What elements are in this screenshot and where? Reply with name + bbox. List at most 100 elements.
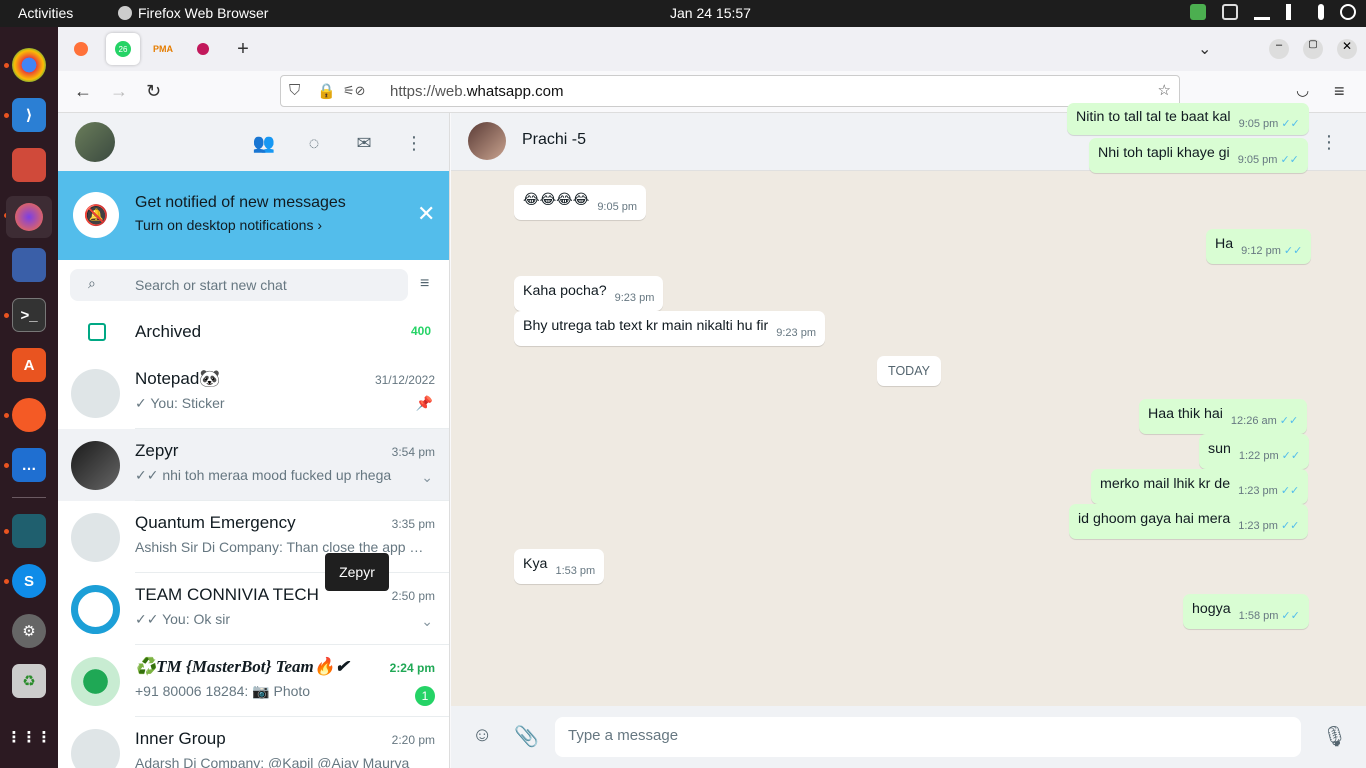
menu-dots-icon[interactable]: ⋮ xyxy=(402,131,426,155)
system-top-bar: Activities Firefox Web Browser Jan 24 15… xyxy=(0,0,1366,27)
settings-gear-icon[interactable]: ⚙ xyxy=(12,614,46,648)
lock-icon[interactable]: 🔒 xyxy=(317,82,336,100)
message-bubble-incoming[interactable]: Kaha pocha? 9:23 pm xyxy=(514,276,664,311)
status-icon[interactable]: ◌ xyxy=(302,131,326,155)
message-bubble-incoming[interactable]: Kya 1:53 pm xyxy=(514,549,605,584)
tab-pma[interactable]: PMA xyxy=(146,33,180,65)
message-time: 9:23 pm xyxy=(776,327,816,339)
microphone-icon[interactable]: 🎙 xyxy=(1322,724,1347,749)
chat-name: Inner Group xyxy=(135,729,226,748)
avatar[interactable] xyxy=(468,122,506,160)
software-center-icon[interactable]: A xyxy=(12,348,46,382)
emoji-icon[interactable]: ☺ xyxy=(472,724,492,747)
trash-icon[interactable]: ♻ xyxy=(12,664,46,698)
maximize-button[interactable]: ▢ xyxy=(1303,39,1323,59)
list-item[interactable]: ♻️TM {MasterBot} Team🔥✔ 2:24 pm +91 8000… xyxy=(58,645,449,717)
attach-icon[interactable]: 📎 xyxy=(514,724,539,749)
avatar[interactable] xyxy=(75,122,115,162)
communities-icon[interactable]: 👥 xyxy=(252,131,276,155)
power-icon[interactable] xyxy=(1340,4,1356,20)
menu-icon[interactable]: ≡ xyxy=(1334,81,1345,102)
message-bubble-outgoing[interactable]: Ha 9:12 pm ✓✓ xyxy=(1206,229,1312,264)
files-icon[interactable] xyxy=(12,148,46,182)
new-tab-button[interactable]: + xyxy=(226,33,260,65)
tab-bar: 26 PMA + ⌄ – ▢ ✕ xyxy=(58,27,1366,71)
message-bubble-outgoing[interactable]: Haa thik hai 12:26 am ✓✓ xyxy=(1139,399,1308,434)
message-text: Nitin to tall tal te baat kal xyxy=(1076,109,1231,125)
message-input[interactable]: Type a message xyxy=(555,717,1301,757)
minimize-button[interactable]: – xyxy=(1269,39,1289,59)
url-bar[interactable]: ⛉ 🔒 ⚟⊘ https://web.whatsapp.com ☆ xyxy=(280,75,1180,107)
unread-badge: 1 xyxy=(415,686,435,706)
list-item[interactable]: Zepyr 3:54 pm ✓✓ nhi toh meraa mood fuck… xyxy=(58,429,449,501)
list-item[interactable]: Quantum Emergency 3:35 pm Ashish Sir Di … xyxy=(58,501,449,573)
list-item[interactable]: Inner Group 2:20 pm Adarsh Di Company: @… xyxy=(58,717,449,768)
tracking-shield-icon[interactable]: ⛉ xyxy=(289,82,300,99)
tab-other[interactable] xyxy=(186,33,220,65)
activities-button[interactable]: Activities xyxy=(18,5,73,21)
notification-banner[interactable]: 🔕 Get notified of new messages Turn on d… xyxy=(58,171,449,260)
chat-indicator-icon[interactable] xyxy=(1222,4,1238,20)
archived-row[interactable]: Archived 400 xyxy=(58,310,449,354)
date-divider: TODAY xyxy=(877,356,941,386)
tab-firefox-view[interactable] xyxy=(64,33,98,65)
whatsapp-favicon: 26 xyxy=(115,41,131,57)
update-icon[interactable] xyxy=(1190,4,1206,20)
volume-icon[interactable] xyxy=(1286,4,1302,20)
chat-list-pane: 👥 ◌ ✉ ⋮ 🔕 Get notified of new messages T… xyxy=(58,113,450,768)
message-time: 9:05 pm xyxy=(1237,154,1278,166)
message-time: 9:23 pm xyxy=(614,292,655,304)
vscode-icon[interactable]: ⟩ xyxy=(12,98,46,132)
message-bubble-outgoing[interactable]: hogya 1:58 pm ✓✓ xyxy=(1183,594,1309,629)
remote-desktop-icon[interactable] xyxy=(12,248,46,282)
back-icon[interactable]: ← xyxy=(74,81,92,102)
url-text[interactable]: https://web.whatsapp.com xyxy=(390,83,563,100)
firefox-dock-icon[interactable] xyxy=(6,196,52,238)
tab-whatsapp[interactable]: 26 xyxy=(106,33,140,65)
messaging-icon[interactable]: … xyxy=(12,448,46,482)
close-window-button[interactable]: ✕ xyxy=(1337,39,1357,59)
message-bubble-incoming[interactable]: Bhy utrega tab text kr main nikalti hu f… xyxy=(514,311,825,346)
running-indicator xyxy=(4,463,9,468)
message-bubble-outgoing[interactable]: Nitin to tall tal te baat kal 9:05 pm ✓✓ xyxy=(1067,103,1309,135)
chrome-icon[interactable] xyxy=(12,48,46,82)
forward-icon[interactable]: → xyxy=(110,81,128,102)
message-bubble-outgoing[interactable]: id ghoom gaya hai mera 1:23 pm ✓✓ xyxy=(1069,504,1309,539)
message-bubble-incoming[interactable]: 😂😂😂😂 9:05 pm xyxy=(514,185,647,220)
search-icon: ⌕ xyxy=(88,275,96,291)
message-time: 1:58 pm xyxy=(1238,610,1279,622)
notification-subtitle[interactable]: Turn on desktop notifications › xyxy=(135,217,322,233)
pocket-icon[interactable]: ◡ xyxy=(1296,81,1309,99)
permissions-icon[interactable]: ⚟⊘ xyxy=(343,83,366,99)
close-icon[interactable]: ✕ xyxy=(417,201,435,227)
app-grid-icon[interactable]: ⋮⋮⋮ xyxy=(7,720,52,754)
dock-separator xyxy=(12,497,46,498)
network-icon[interactable] xyxy=(1254,4,1270,20)
read-ticks-icon: ✓✓ xyxy=(1280,154,1299,166)
message-bubble-outgoing[interactable]: Nhi toh tapli khaye gi 9:05 pm ✓✓ xyxy=(1089,138,1308,173)
skype-icon[interactable]: S xyxy=(12,564,46,598)
firefox-icon xyxy=(118,6,132,20)
terminal-icon[interactable]: >_ xyxy=(12,298,46,332)
message-bubble-outgoing[interactable]: sun 1:22 pm ✓✓ xyxy=(1199,434,1310,469)
clock[interactable]: Jan 24 15:57 xyxy=(670,5,751,21)
chat-preview: Adarsh Di Company: @Kapil @Ajay Maurya xyxy=(135,755,410,768)
list-all-tabs-icon[interactable]: ⌄ xyxy=(1198,39,1211,59)
list-item[interactable]: TEAM CONNIVIA TECH 2:50 pm ✓✓ You: Ok si… xyxy=(58,573,449,645)
postman-icon[interactable] xyxy=(12,398,46,432)
reload-icon[interactable]: ↻ xyxy=(146,81,161,102)
new-chat-icon[interactable]: ✉ xyxy=(352,131,376,155)
search-input[interactable]: ⌕ Search or start new chat xyxy=(70,269,408,301)
filter-icon[interactable]: ≡ xyxy=(420,275,429,293)
bookmark-star-icon[interactable]: ☆ xyxy=(1158,81,1171,99)
message-bubble-outgoing[interactable]: merko mail lhik kr de 1:23 pm ✓✓ xyxy=(1091,469,1309,504)
chevron-down-icon[interactable]: ⌄ xyxy=(421,613,433,630)
active-app-indicator[interactable]: Firefox Web Browser xyxy=(118,5,268,21)
message-text: hogya xyxy=(1192,601,1231,617)
contact-name[interactable]: Prachi -5 xyxy=(522,131,586,149)
chevron-down-icon[interactable]: ⌄ xyxy=(421,469,433,486)
android-studio-icon[interactable] xyxy=(12,514,46,548)
list-item[interactable]: Notepad🐼 31/12/2022 ✓ You: Sticker 📌 xyxy=(58,357,449,429)
menu-dots-icon[interactable]: ⋮ xyxy=(1320,132,1338,153)
microphone-icon[interactable] xyxy=(1318,4,1324,20)
